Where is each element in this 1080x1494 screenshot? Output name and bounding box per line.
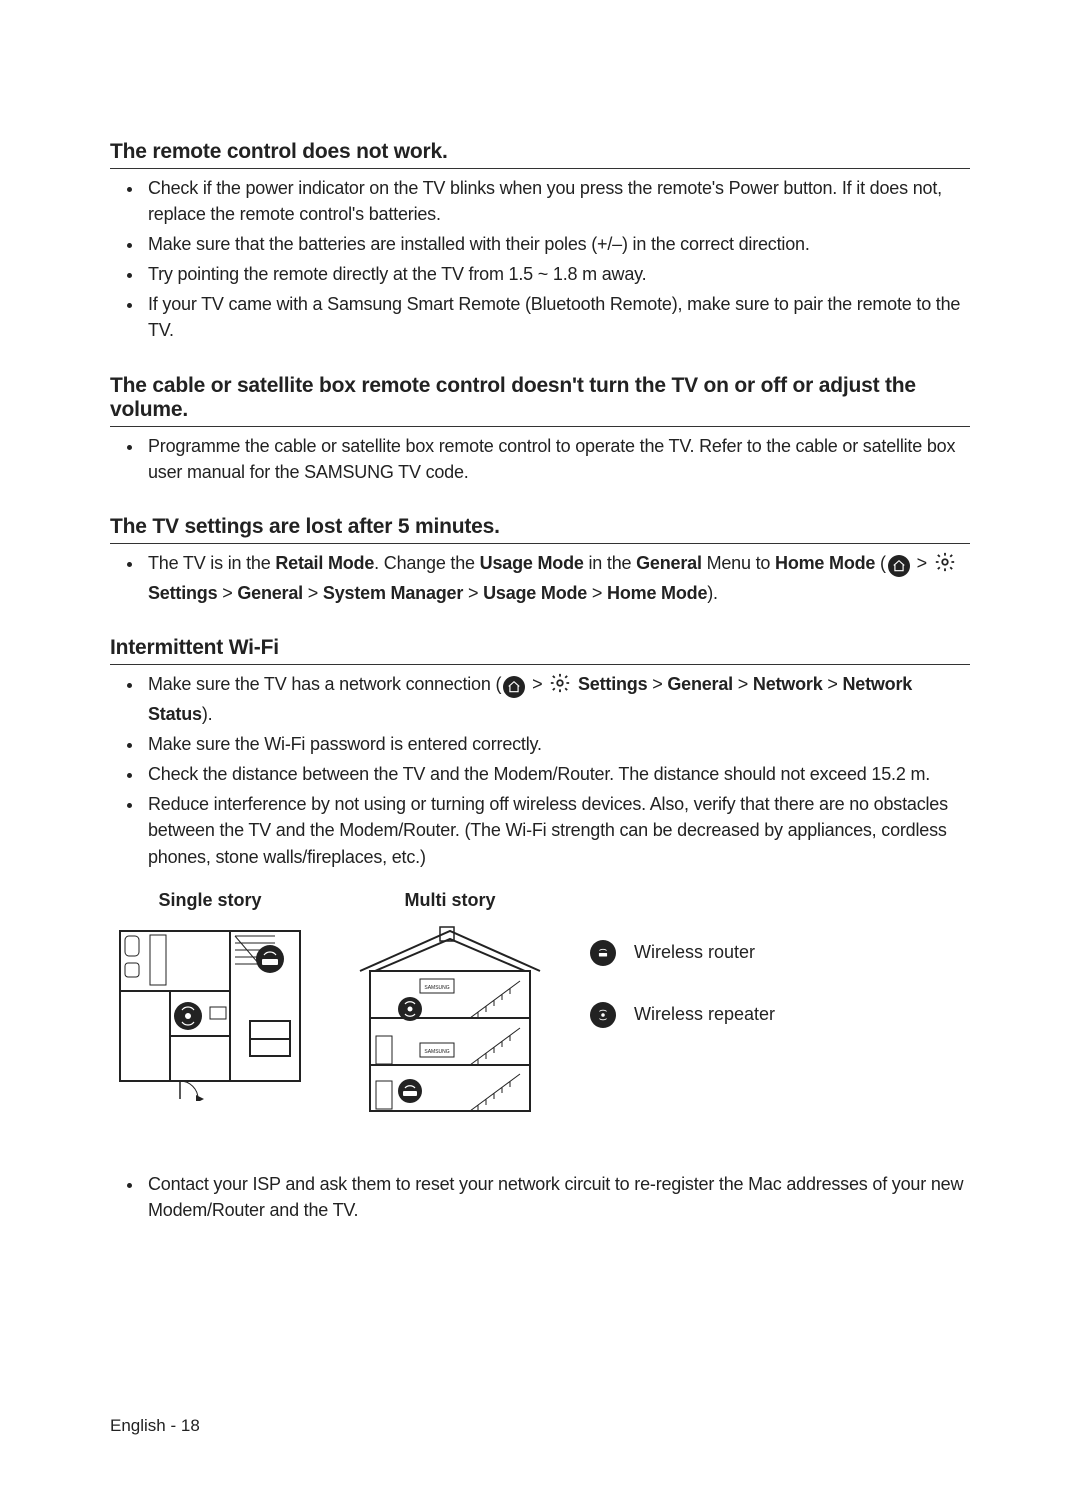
svg-text:SAMSUNG: SAMSUNG	[424, 985, 449, 991]
repeater-icon	[590, 1002, 616, 1028]
single-story-floorplan	[110, 921, 310, 1101]
wifi-placement-diagram: Single story Multi story SAMSUNG SAMSUNG Wir…	[110, 890, 970, 1121]
gear-icon	[934, 551, 956, 580]
list-item: Make sure the TV has a network connectio…	[144, 671, 970, 727]
section-heading: The TV settings are lost after 5 minutes…	[110, 515, 970, 544]
bullet-list: Make sure the TV has a network connectio…	[110, 671, 970, 870]
diagram-label-multi: Multi story	[404, 890, 495, 911]
list-item: The TV is in the Retail Mode. Change the…	[144, 550, 970, 606]
manual-page: The remote control does not work. Check i…	[0, 0, 1080, 1494]
list-item: Check the distance between the TV and th…	[144, 761, 970, 787]
list-item: Check if the power indicator on the TV b…	[144, 175, 970, 227]
page-footer: English - 18	[110, 1416, 200, 1436]
bullet-list: Contact your ISP and ask them to reset y…	[110, 1171, 970, 1223]
diagram-label-single: Single story	[158, 890, 261, 911]
section-heading: The remote control does not work.	[110, 140, 970, 169]
multi-story-elevation: SAMSUNG SAMSUNG	[350, 921, 550, 1121]
list-item: Programme the cable or satellite box rem…	[144, 433, 970, 485]
list-item: Make sure that the batteries are install…	[144, 231, 970, 257]
diagram-legend: Wireless router Wireless repeater	[590, 920, 775, 1121]
bullet-list: Programme the cable or satellite box rem…	[110, 433, 970, 485]
legend-repeater-label: Wireless repeater	[634, 1004, 775, 1025]
footer-page-number: 18	[181, 1416, 200, 1435]
footer-language: English	[110, 1416, 166, 1435]
list-item: Make sure the Wi-Fi password is entered …	[144, 731, 970, 757]
bullet-list: The TV is in the Retail Mode. Change the…	[110, 550, 970, 606]
section-heading: Intermittent Wi-Fi	[110, 636, 970, 665]
bullet-list: Check if the power indicator on the TV b…	[110, 175, 970, 344]
gear-icon	[549, 672, 571, 701]
svg-text:SAMSUNG: SAMSUNG	[424, 1049, 449, 1055]
legend-router-label: Wireless router	[634, 942, 755, 963]
home-icon	[888, 555, 910, 577]
list-item: Reduce interference by not using or turn…	[144, 791, 970, 869]
list-item: Try pointing the remote directly at the …	[144, 261, 970, 287]
list-item: Contact your ISP and ask them to reset y…	[144, 1171, 970, 1223]
list-item: If your TV came with a Samsung Smart Rem…	[144, 291, 970, 343]
router-icon	[590, 940, 616, 966]
home-icon	[503, 676, 525, 698]
section-heading: The cable or satellite box remote contro…	[110, 374, 970, 427]
